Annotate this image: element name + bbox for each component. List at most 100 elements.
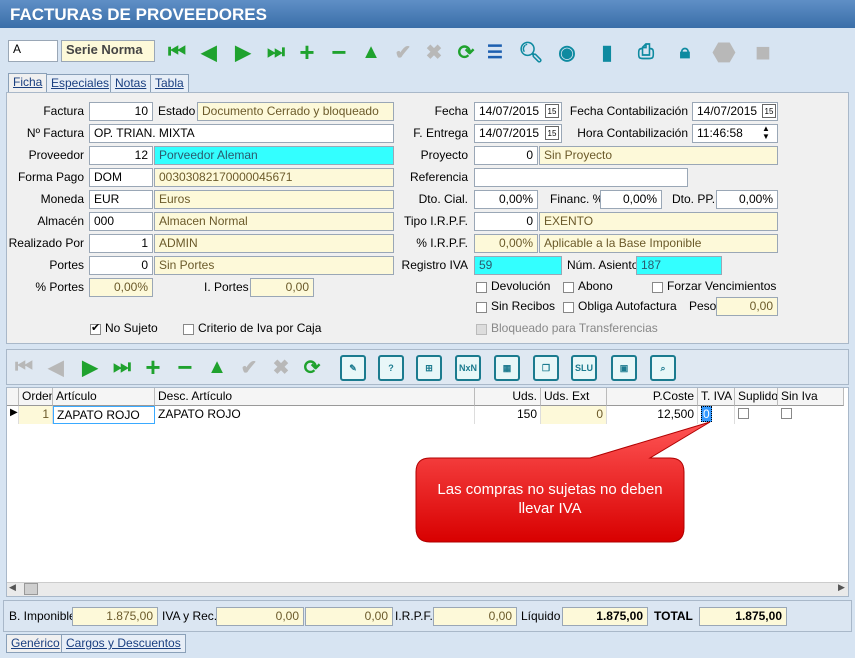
grid-header-sin-iva[interactable]: Sin Iva: [778, 388, 844, 406]
horizontal-scrollbar[interactable]: [7, 582, 848, 596]
slu-icon[interactable]: SLU: [571, 355, 597, 381]
nfactura-input[interactable]: OP. TRIAN. MIXTA: [89, 124, 394, 143]
accept-line-icon[interactable]: ✔: [235, 353, 263, 381]
help-icon[interactable]: ?: [378, 355, 404, 381]
proyecto-desc: Sin Proyecto: [539, 146, 778, 165]
scroll-right-icon[interactable]: ▶: [838, 582, 845, 593]
calendar-icon[interactable]: 15: [545, 126, 559, 140]
edit-line-icon[interactable]: ▲: [203, 353, 231, 381]
calendar-icon[interactable]: 15: [762, 104, 776, 118]
portes-code-input[interactable]: 0: [89, 256, 153, 275]
edit-icon[interactable]: ▲: [357, 38, 385, 66]
delete-line-icon[interactable]: −: [171, 352, 199, 382]
delete-icon[interactable]: −: [325, 37, 353, 67]
referencia-input[interactable]: [474, 168, 688, 187]
accept-icon[interactable]: ✔: [389, 38, 417, 66]
calculator-icon[interactable]: ▦: [494, 355, 520, 381]
truck-icon[interactable]: ▣: [611, 355, 637, 381]
serie-code-input[interactable]: A: [8, 40, 58, 62]
stop-icon[interactable]: ⬣: [710, 37, 738, 67]
next-record-icon[interactable]: ▶: [229, 38, 257, 66]
proveedor-code-input[interactable]: 12: [89, 146, 153, 165]
row-indicator-icon: ▶: [7, 406, 19, 424]
sin-iva-checkbox[interactable]: [781, 408, 792, 419]
dto-pp-input[interactable]: 0,00%: [716, 190, 778, 209]
moneda-code-input[interactable]: EUR: [89, 190, 153, 209]
list-icon[interactable]: ☰: [481, 38, 509, 66]
fecha-label: Fecha: [434, 104, 468, 118]
wireless-icon[interactable]: ◉: [553, 38, 581, 66]
cancel-line-icon[interactable]: ✖: [267, 353, 295, 381]
proveedor-name: Porveedor Aleman: [154, 146, 394, 165]
cell-orden[interactable]: 1: [19, 406, 53, 424]
pct-portes-field: 0,00%: [89, 278, 153, 297]
criterio-iva-caja-checkbox[interactable]: [183, 324, 194, 335]
grid-header-uds[interactable]: Uds.: [475, 388, 541, 406]
sin-recibos-checkbox[interactable]: [476, 302, 487, 313]
calendar-icon[interactable]: 15: [545, 104, 559, 118]
grid-header-desc[interactable]: Desc. Artículo: [155, 388, 475, 406]
refresh-icon[interactable]: ⟳: [452, 38, 480, 66]
almacen-code-input[interactable]: 000: [89, 212, 153, 231]
formapago-code-input[interactable]: DOM: [89, 168, 153, 187]
time-spinner-icon[interactable]: ▲ ▼: [762, 125, 770, 141]
tab-especiales[interactable]: Especiales: [46, 74, 115, 92]
grid-header-suplido[interactable]: Suplido: [735, 388, 778, 406]
lock-icon[interactable]: 🔒︎: [671, 38, 699, 66]
num-asiento-field: 187: [636, 256, 722, 275]
search-lines-icon[interactable]: ⌕: [650, 355, 676, 381]
copy-icon[interactable]: ■: [749, 37, 777, 67]
dto-cial-input[interactable]: 0,00%: [474, 190, 538, 209]
last-line-icon[interactable]: ⏭: [108, 353, 136, 381]
bloqueado-checkbox[interactable]: [476, 324, 487, 335]
forzar-vencimientos-checkbox[interactable]: [652, 282, 663, 293]
tab-ficha[interactable]: Ficha: [8, 73, 48, 93]
next-line-icon[interactable]: ▶: [76, 353, 104, 381]
printer-icon[interactable]: ⎙: [632, 38, 660, 66]
devolucion-checkbox[interactable]: [476, 282, 487, 293]
tipo-irpf-code-input[interactable]: 0: [474, 212, 538, 231]
previous-record-icon[interactable]: ◀: [195, 38, 223, 66]
tab-notas[interactable]: Notas: [110, 74, 152, 92]
add-line-icon[interactable]: +: [139, 352, 167, 382]
grid-header-tiva[interactable]: T. IVA: [698, 388, 735, 406]
proyecto-label: Proyecto: [420, 148, 468, 162]
grid-header-uds-ext[interactable]: Uds. Ext: [541, 388, 607, 406]
registro-iva-field: 59: [474, 256, 562, 275]
portes-desc: Sin Portes: [154, 256, 394, 275]
cancel-icon[interactable]: ✖: [420, 38, 448, 66]
realizado-code-input[interactable]: 1: [89, 234, 153, 253]
almacen-desc: Almacen Normal: [154, 212, 394, 231]
copy-lines-icon[interactable]: ❐: [533, 355, 559, 381]
scrollbar-thumb[interactable]: [24, 583, 38, 595]
grid-header-articulo[interactable]: Artículo: [53, 388, 155, 406]
nxn-icon[interactable]: NxN: [455, 355, 481, 381]
suplido-checkbox[interactable]: [738, 408, 749, 419]
search-icon[interactable]: 🔍︎: [517, 38, 545, 66]
previous-line-icon[interactable]: ◀: [42, 353, 70, 381]
tab-tabla[interactable]: Tabla: [150, 74, 189, 92]
financ-input[interactable]: 0,00%: [600, 190, 662, 209]
edit-document-icon[interactable]: ✎: [340, 355, 366, 381]
scroll-left-icon[interactable]: ◀: [9, 582, 16, 593]
grid-header-orden[interactable]: Orden: [19, 388, 53, 406]
tab-generico[interactable]: Genérico: [6, 634, 65, 653]
obliga-autofactura-checkbox[interactable]: [563, 302, 574, 313]
proyecto-code-input[interactable]: 0: [474, 146, 538, 165]
door-icon[interactable]: ▮: [593, 38, 621, 66]
serie-name: Serie Norma: [61, 40, 155, 62]
abono-checkbox[interactable]: [563, 282, 574, 293]
factura-input[interactable]: 10: [89, 102, 153, 121]
cell-articulo[interactable]: ZAPATO ROJO: [53, 406, 155, 424]
tab-cargos-descuentos[interactable]: Cargos y Descuentos: [61, 634, 186, 653]
first-record-icon[interactable]: ⏮: [163, 38, 191, 66]
proveedor-label: Proveedor: [28, 148, 84, 162]
refresh-lines-icon[interactable]: ⟳: [298, 353, 326, 381]
last-record-icon[interactable]: ⏭: [262, 38, 290, 66]
first-line-icon[interactable]: ⏮: [10, 353, 38, 381]
no-sujeto-checkbox[interactable]: [90, 321, 101, 335]
grid-header-pcoste[interactable]: P.Coste: [607, 388, 698, 406]
criterio-iva-caja-label: Criterio de Iva por Caja: [198, 321, 322, 335]
hierarchy-icon[interactable]: ⊞: [416, 355, 442, 381]
add-icon[interactable]: +: [293, 37, 321, 67]
